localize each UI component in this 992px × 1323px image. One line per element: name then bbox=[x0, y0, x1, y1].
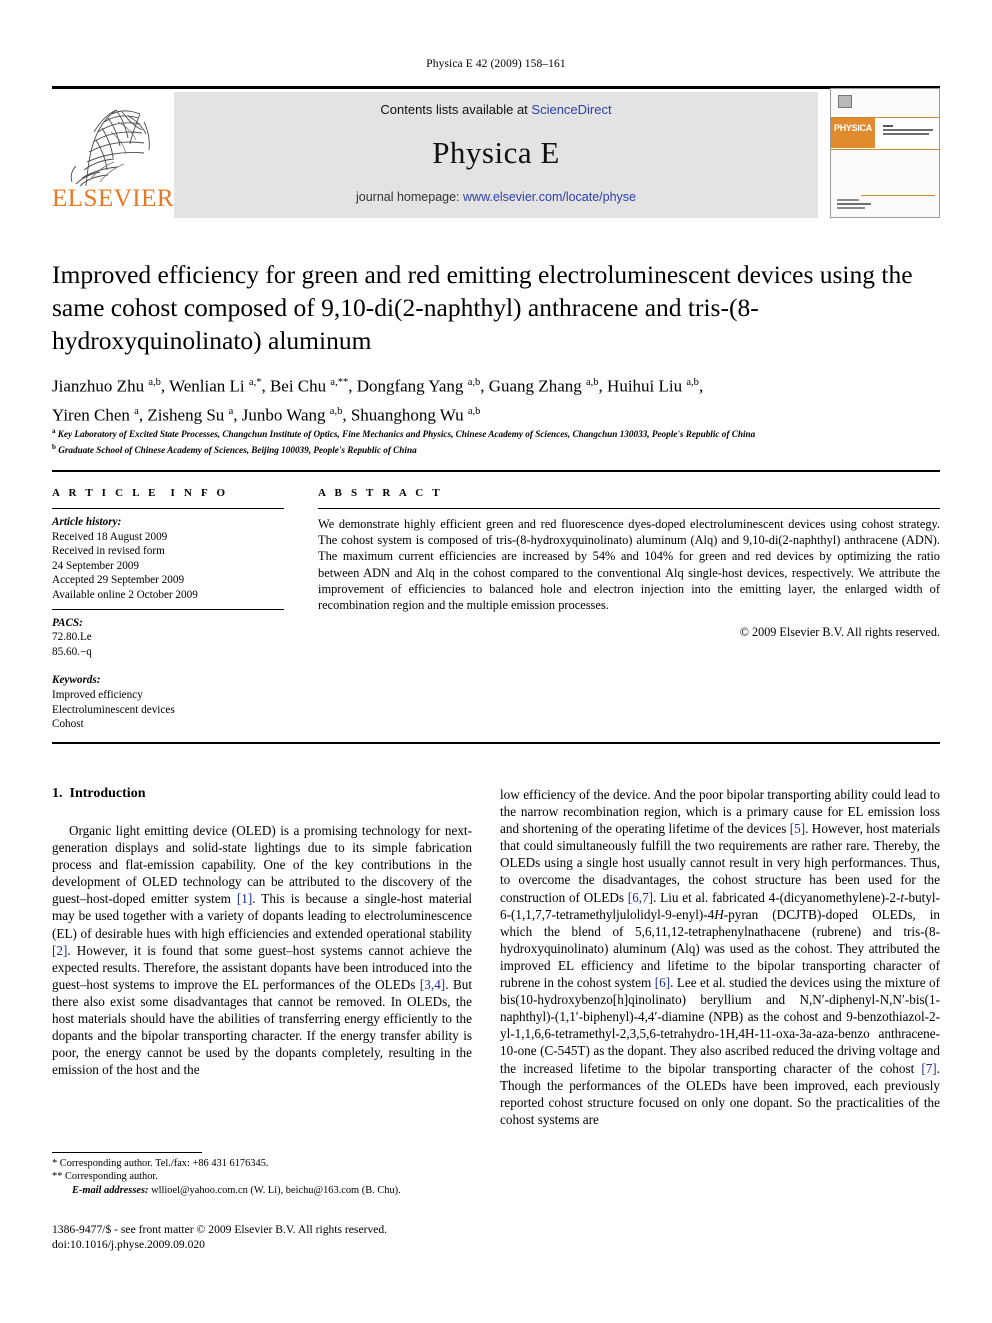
homepage-prefix: journal homepage: bbox=[355, 190, 464, 204]
cover-physica-label: PHYSICA bbox=[834, 123, 872, 133]
author-list: Jianzhuo Zhu a,b, Wenlian Li a,*, Bei Ch… bbox=[52, 376, 704, 425]
affiliation-list: a Key Laboratory of Excited State Proces… bbox=[52, 425, 932, 457]
intro-paragraph-right: low efficiency of the device. And the po… bbox=[500, 786, 940, 1128]
abstract-heading: A B S T R A C T bbox=[318, 487, 443, 499]
section-title: Introduction bbox=[69, 786, 146, 801]
running-head: Physica E 42 (2009) 158–161 bbox=[426, 58, 566, 70]
body-top-rule bbox=[52, 742, 940, 744]
section-number: 1. bbox=[52, 786, 63, 801]
intro-text-c: . However, it is found that some guest–h… bbox=[52, 942, 472, 992]
cover-bottom-rule bbox=[861, 195, 935, 196]
article-history-block: Article history: Received 18 August 2009… bbox=[52, 509, 284, 603]
imprint-block: 1386-9477/$ - see front matter © 2009 El… bbox=[52, 1222, 552, 1252]
affiliation-a-text: Key Laboratory of Excited State Processe… bbox=[57, 429, 756, 440]
cover-corner-icon bbox=[838, 95, 852, 108]
info-top-rule bbox=[52, 470, 940, 472]
keyword-3: Cohost bbox=[52, 718, 84, 731]
history-revised-date: 24 September 2009 bbox=[52, 559, 139, 572]
citation-6-7[interactable]: [6,7] bbox=[628, 890, 653, 905]
sciencedirect-link[interactable]: ScienceDirect bbox=[531, 102, 611, 117]
keyword-1: Improved efficiency bbox=[52, 688, 143, 701]
imprint-doi-line[interactable]: doi:10.1016/j.physe.2009.09.020 bbox=[52, 1237, 552, 1252]
email-addresses[interactable]: wllioel@yahoo.com.cn (W. Li), beichu@163… bbox=[151, 1185, 401, 1196]
footnote-corresponding-2: ** Corresponding author. bbox=[52, 1171, 158, 1183]
footnote-block: * Corresponding author. Tel./fax: +86 43… bbox=[52, 1157, 472, 1197]
citation-3-4[interactable]: [3,4] bbox=[420, 977, 445, 992]
journal-banner: Contents lists available at ScienceDirec… bbox=[174, 92, 818, 218]
pacs-block: PACS: 72.80.Le 85.60.−q bbox=[52, 610, 284, 660]
intro-right-c: . Liu et al. fabricated 4-(dicyanomethyl… bbox=[653, 889, 901, 905]
pacs-code-2: 85.60.−q bbox=[52, 645, 92, 658]
body-column-left: 1. Introduction Organic light emitting de… bbox=[52, 786, 472, 1078]
cover-subtitle-lines bbox=[883, 125, 935, 137]
abstract-column: A B S T R A C T We demonstrate highly ef… bbox=[318, 487, 940, 640]
citation-1[interactable]: [1] bbox=[237, 891, 252, 906]
pacs-label: PACS: bbox=[52, 616, 83, 629]
paper-title: Improved efficiency for green and red em… bbox=[52, 260, 913, 355]
citation-2[interactable]: [2] bbox=[52, 943, 67, 958]
affiliation-b: b Graduate School of Chinese Academy of … bbox=[52, 443, 417, 456]
keyword-2: Electroluminescent devices bbox=[52, 703, 175, 716]
footnote-rule bbox=[52, 1152, 202, 1153]
elsevier-tree-icon bbox=[56, 92, 166, 188]
journal-title: Physica E bbox=[432, 135, 560, 170]
contents-prefix: Contents lists available at bbox=[380, 102, 532, 117]
affiliation-b-text: Graduate School of Chinese Academy of Sc… bbox=[58, 445, 417, 456]
italic-locant-h: H bbox=[714, 906, 724, 922]
history-accepted: Accepted 29 September 2009 bbox=[52, 574, 185, 587]
journal-homepage-line: journal homepage: www.elsevier.com/locat… bbox=[174, 190, 818, 204]
contents-list-line: Contents lists available at ScienceDirec… bbox=[174, 102, 818, 117]
affiliation-a: a Key Laboratory of Excited State Proces… bbox=[52, 427, 756, 440]
elsevier-wordmark: ELSEVIER bbox=[52, 185, 175, 212]
pacs-code-1: 72.80.Le bbox=[52, 631, 92, 644]
journal-masthead: ELSEVIER Contents lists available at Sci… bbox=[52, 86, 940, 218]
intro-paragraph-left: Organic light emitting device (OLED) is … bbox=[52, 822, 472, 1078]
imprint-issn-line: 1386-9477/$ - see front matter © 2009 El… bbox=[52, 1223, 388, 1236]
article-info-heading: A R T I C L E I N F O bbox=[52, 487, 229, 499]
article-info-column: A R T I C L E I N F O Article history: R… bbox=[52, 487, 284, 732]
citation-6[interactable]: [6] bbox=[655, 975, 670, 990]
citation-7[interactable]: [7] bbox=[921, 1061, 936, 1076]
keywords-label: Keywords: bbox=[52, 674, 101, 687]
citation-5[interactable]: [5] bbox=[790, 821, 805, 836]
footnote-corresponding-1: * Corresponding author. Tel./fax: +86 43… bbox=[52, 1158, 269, 1169]
paper-page: Physica E 42 (2009) 158–161 ELSEVIER Con… bbox=[0, 0, 992, 1323]
history-online: Available online 2 October 2009 bbox=[52, 588, 198, 601]
intro-right-f: . Lee et al. studied the devices using t… bbox=[500, 975, 940, 1076]
body-column-right: low efficiency of the device. And the po… bbox=[500, 786, 940, 1128]
elsevier-logo: ELSEVIER bbox=[52, 92, 175, 218]
article-history-label: Article history: bbox=[52, 516, 122, 528]
cover-physica-block: PHYSICA bbox=[831, 118, 875, 148]
journal-cover-thumbnail: PHYSICA bbox=[830, 88, 940, 218]
masthead-top-rule bbox=[52, 86, 940, 89]
homepage-url-link[interactable]: www.elsevier.com/locate/physe bbox=[463, 190, 636, 204]
footnote-emails: E-mail addresses: wllioel@yahoo.com.cn (… bbox=[52, 1184, 472, 1197]
keywords-block: Keywords: Improved efficiency Electrolum… bbox=[52, 659, 284, 731]
email-label: E-mail addresses: bbox=[72, 1184, 149, 1196]
cover-title-band: PHYSICA bbox=[831, 117, 939, 150]
section-heading-introduction: 1. Introduction bbox=[52, 786, 472, 802]
abstract-text: We demonstrate highly efficient green an… bbox=[318, 517, 940, 613]
history-received: Received 18 August 2009 bbox=[52, 530, 168, 543]
history-revised-label: Received in revised form bbox=[52, 545, 165, 558]
abstract-copyright: © 2009 Elsevier B.V. All rights reserved… bbox=[739, 625, 940, 640]
cover-footer-marks bbox=[837, 199, 935, 211]
